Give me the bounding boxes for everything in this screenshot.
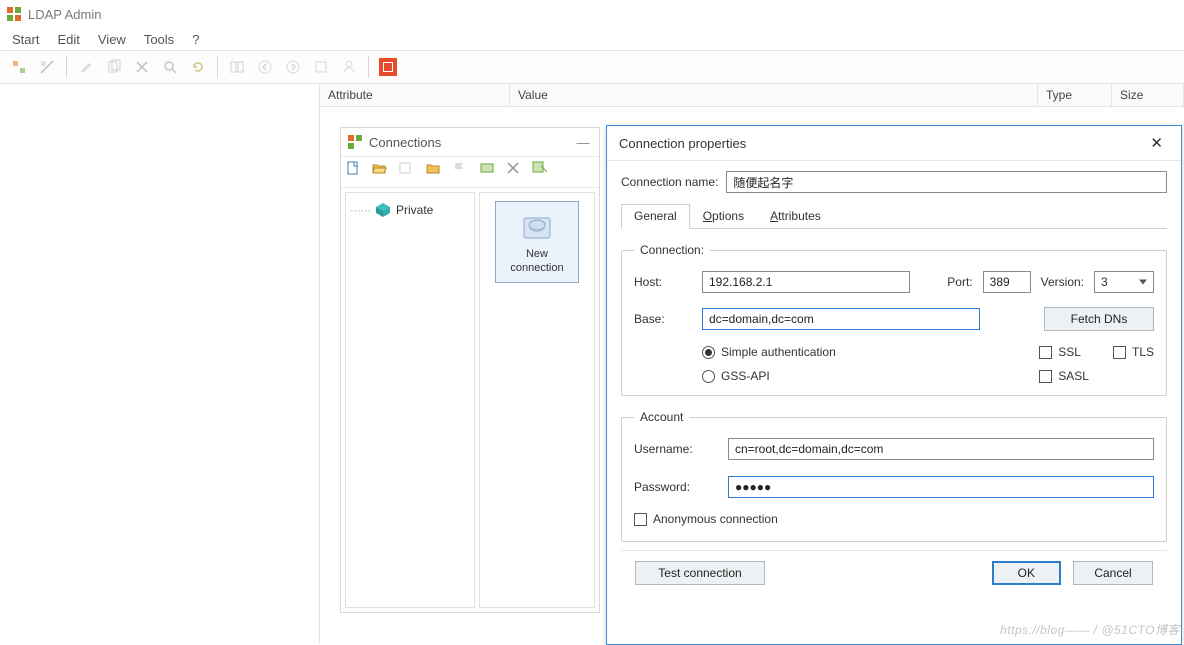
minimize-icon[interactable]: — (573, 135, 593, 150)
toolbar-separator (217, 56, 218, 78)
connection-legend: Connection: (634, 243, 710, 257)
flag-icon[interactable] (451, 160, 475, 184)
version-select[interactable]: 3 (1094, 271, 1154, 293)
titlebar: LDAP Admin (0, 0, 1184, 28)
test-connection-button[interactable]: Test connection (635, 561, 765, 585)
connections-window: Connections — ⋯⋯ Private (340, 127, 600, 613)
folder-icon[interactable] (425, 160, 449, 184)
col-value[interactable]: Value (510, 84, 1038, 106)
col-attribute[interactable]: Attribute (320, 84, 510, 106)
connection-group: Connection: Host: Port: Version: 3 Base:… (621, 243, 1167, 396)
run-icon[interactable] (531, 160, 555, 184)
connections-tree[interactable]: ⋯⋯ Private (345, 192, 475, 608)
item-label-line1: New (502, 248, 572, 262)
item-new-connection[interactable]: New connection (495, 201, 579, 283)
book-icon[interactable] (224, 54, 250, 80)
stop-icon[interactable] (375, 54, 401, 80)
version-label: Version: (1041, 275, 1084, 289)
password-input[interactable] (728, 476, 1154, 498)
port-label: Port: (947, 275, 972, 289)
tree-pane[interactable] (0, 84, 320, 644)
menu-view[interactable]: View (90, 30, 134, 49)
search-icon[interactable] (157, 54, 183, 80)
back-icon[interactable] (252, 54, 278, 80)
base-label: Base: (634, 312, 692, 326)
main-toolbar (0, 50, 1184, 84)
dialog-titlebar[interactable]: Connection properties ✕ (607, 126, 1181, 160)
connections-toolbar (341, 156, 599, 188)
watermark: https://blog—— / @51CTO博客 (1000, 621, 1180, 638)
menu-help[interactable]: ? (184, 30, 207, 49)
new-doc-icon[interactable] (345, 160, 369, 184)
tab-attributes[interactable]: Attributes (757, 204, 834, 229)
item-label-line2: connection (502, 262, 572, 276)
port-input[interactable] (983, 271, 1031, 293)
list-header: Attribute Value Type Size (320, 84, 1184, 107)
connections-items-pane[interactable]: New connection (479, 192, 595, 608)
connection-properties-dialog: Connection properties ✕ Connection name:… (606, 125, 1182, 645)
username-label: Username: (634, 442, 718, 456)
fetch-dns-button[interactable]: Fetch DNs (1044, 307, 1154, 331)
col-size[interactable]: Size (1112, 84, 1184, 106)
card-icon[interactable] (479, 160, 503, 184)
connections-title: Connections (369, 135, 441, 150)
account-group: Account Username: Password: Anonymous co… (621, 410, 1167, 542)
col-type[interactable]: Type (1038, 84, 1112, 106)
checkbox-anonymous[interactable]: Anonymous connection (634, 512, 778, 526)
username-input[interactable] (728, 438, 1154, 460)
connection-name-input[interactable] (726, 171, 1167, 193)
edit-icon[interactable] (73, 54, 99, 80)
disconnect-icon[interactable] (34, 54, 60, 80)
toolbar-separator (66, 56, 67, 78)
connection-name-label: Connection name: (621, 175, 718, 189)
checkbox-sasl[interactable]: SASL (1039, 369, 1089, 383)
app-icon (6, 6, 22, 22)
new-connection-icon (520, 210, 554, 244)
checkbox-ssl[interactable]: SSL (1039, 345, 1089, 359)
delete-icon[interactable] (129, 54, 155, 80)
host-input[interactable] (702, 271, 910, 293)
ok-button[interactable]: OK (992, 561, 1061, 585)
dialog-title: Connection properties (619, 136, 746, 151)
checkbox-tls[interactable]: TLS (1113, 345, 1154, 359)
copy-icon[interactable] (101, 54, 127, 80)
cube-icon (374, 201, 392, 219)
book2-icon[interactable] (397, 160, 421, 184)
connections-titlebar[interactable]: Connections — (341, 128, 599, 156)
refresh-icon[interactable] (185, 54, 211, 80)
dialog-footer: Test connection OK Cancel (621, 550, 1167, 585)
menubar: Start Edit View Tools ? (0, 28, 1184, 50)
cancel-button[interactable]: Cancel (1073, 561, 1153, 585)
menu-tools[interactable]: Tools (136, 30, 182, 49)
app-title: LDAP Admin (28, 7, 101, 22)
connections-icon (347, 134, 363, 150)
host-label: Host: (634, 275, 692, 289)
radio-simple-auth[interactable]: Simple authentication (702, 345, 1015, 359)
radio-gss-api[interactable]: GSS-API (702, 369, 1015, 383)
tabs: General Options Attributes (621, 203, 1167, 229)
menu-edit[interactable]: Edit (49, 30, 87, 49)
close-icon[interactable]: ✕ (1144, 134, 1169, 152)
tree-expand-icon[interactable]: ⋯⋯ (350, 204, 370, 217)
tree-item-label: Private (396, 203, 433, 217)
tree-item-private[interactable]: ⋯⋯ Private (350, 199, 470, 221)
tab-options[interactable]: Options (690, 204, 757, 229)
menu-start[interactable]: Start (4, 30, 47, 49)
toolbar-separator (368, 56, 369, 78)
connect-icon[interactable] (6, 54, 32, 80)
delete2-icon[interactable] (505, 160, 529, 184)
open-folder-icon[interactable] (371, 160, 395, 184)
forward-icon[interactable] (280, 54, 306, 80)
base-input[interactable] (702, 308, 980, 330)
tab-general[interactable]: General (621, 204, 690, 229)
account-legend: Account (634, 410, 689, 424)
user-icon[interactable] (336, 54, 362, 80)
password-label: Password: (634, 480, 718, 494)
schema-icon[interactable] (308, 54, 334, 80)
